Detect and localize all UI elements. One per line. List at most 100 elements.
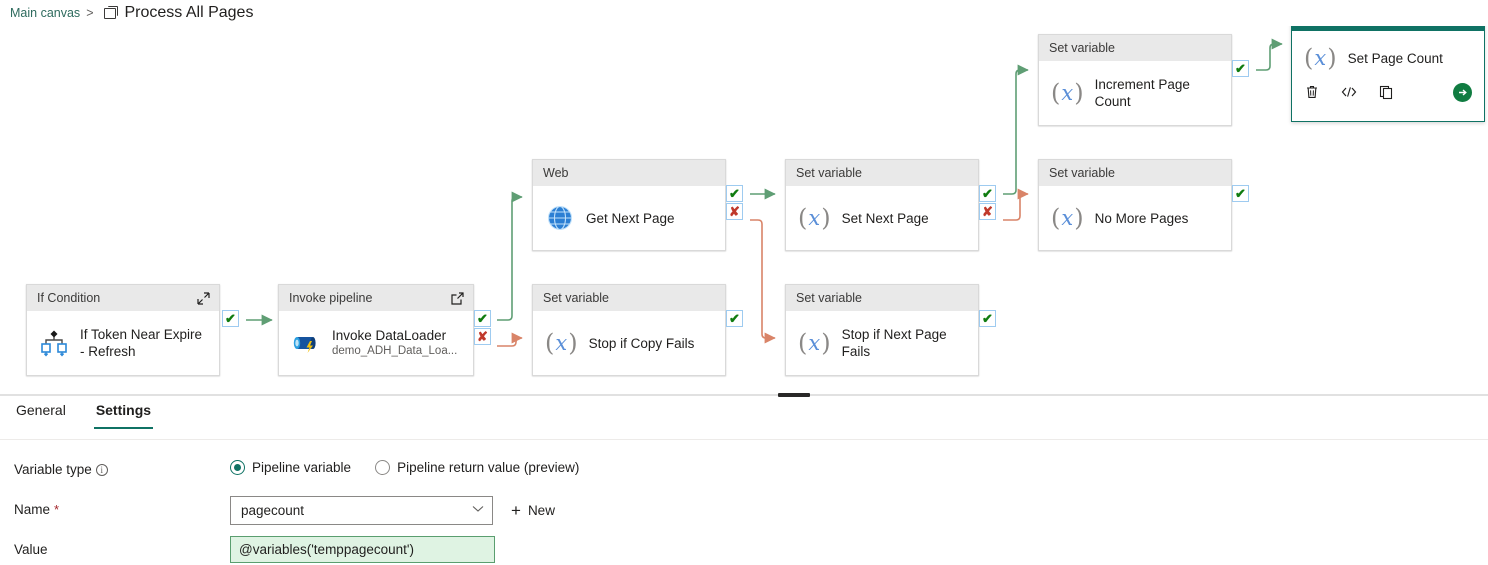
radio-dot: [230, 459, 245, 475]
run-arrow-icon[interactable]: [1453, 82, 1472, 102]
radio-pipeline-return-value[interactable]: Pipeline return value (preview): [375, 459, 580, 475]
panel-tabs: General Settings: [0, 400, 1488, 440]
set-variable-icon: (x): [1304, 44, 1337, 72]
node-header: Invoke pipeline: [279, 285, 473, 311]
output-handle-success[interactable]: ✔: [726, 310, 743, 327]
set-variable-icon: (x): [1051, 79, 1084, 107]
activity-node-stop-if-next-page-fails[interactable]: Set variable (x) Stop if Next Page Fails: [785, 284, 979, 376]
code-icon[interactable]: [1340, 84, 1358, 100]
node-body: (x) Set Next Page: [786, 186, 978, 250]
node-type-label: Web: [543, 166, 569, 180]
breadcrumb: Main canvas > Process All Pages: [10, 2, 253, 24]
node-type-label: Set variable: [1049, 41, 1116, 55]
activity-node-web-get-next-page[interactable]: Web Get Next Page: [532, 159, 726, 251]
node-name-label: Get Next Page: [586, 210, 675, 226]
info-icon[interactable]: i: [95, 463, 108, 476]
node-name-label: Increment Page Count: [1094, 77, 1190, 109]
invoke-pipeline-icon: [291, 328, 321, 358]
set-variable-icon: (x): [1051, 204, 1084, 232]
node-name-label: Set Next Page: [841, 210, 929, 226]
page-title: Process All Pages: [124, 4, 254, 21]
node-header: Set variable: [786, 285, 978, 311]
name-dropdown[interactable]: pagecount: [230, 496, 493, 525]
activity-node-invoke-pipeline[interactable]: Invoke pipeline Invoke DataLoader demo_A…: [278, 284, 474, 376]
node-body: (x) No More Pages: [1039, 186, 1231, 250]
name-label: Name *: [14, 502, 60, 517]
value-label: Value: [14, 542, 48, 557]
tabs-divider: [0, 439, 1488, 440]
variable-type-radio-group: Pipeline variable Pipeline return value …: [230, 456, 579, 478]
activity-node-set-page-count[interactable]: Set variable (x) Set Page Count: [1291, 26, 1485, 122]
node-header: Set variable: [1039, 160, 1231, 186]
node-body: (x) Stop if Next Page Fails: [786, 311, 978, 375]
splitter-grip[interactable]: [778, 393, 810, 397]
breadcrumb-separator: >: [86, 6, 94, 20]
node-name-label: Stop if Next Page Fails: [841, 327, 947, 359]
value-input[interactable]: @variables('temppagecount'): [230, 536, 495, 563]
node-body: If Token Near Expire - Refresh: [27, 311, 219, 375]
output-handle-success[interactable]: ✔: [979, 185, 996, 202]
activity-node-increment-page-count[interactable]: Set variable (x) Increment Page Count: [1038, 34, 1232, 126]
output-handle-success[interactable]: ✔: [474, 310, 491, 327]
output-handle-success[interactable]: ✔: [1232, 60, 1249, 77]
node-body: (x) Increment Page Count: [1039, 61, 1231, 125]
value-control: @variables('temppagecount'): [230, 536, 495, 563]
tab-settings[interactable]: Settings: [93, 400, 154, 429]
delete-icon[interactable]: [1304, 84, 1320, 100]
properties-panel: General Settings Variable type i Pipelin…: [0, 400, 1488, 565]
radio-label: Pipeline return value (preview): [397, 459, 580, 475]
node-body: (x) Set Page Count: [1292, 31, 1484, 77]
node-body: Invoke DataLoader demo_ADH_Data_Loa...: [279, 311, 473, 375]
output-handle-success[interactable]: ✔: [979, 310, 996, 327]
copy-icon[interactable]: [1378, 84, 1394, 100]
settings-form: Variable type i Pipeline variable Pipeli…: [0, 452, 1488, 565]
node-header: Set variable: [533, 285, 725, 311]
required-marker: *: [54, 502, 60, 517]
new-variable-button[interactable]: + New: [511, 502, 555, 519]
output-handle-failure[interactable]: ✘: [726, 203, 743, 220]
expand-icon[interactable]: [196, 291, 211, 306]
pipeline-canvas[interactable]: If Condition If Token Near Expire - Refr…: [0, 26, 1488, 388]
output-handle-success[interactable]: ✔: [726, 185, 743, 202]
set-variable-icon: (x): [798, 329, 831, 357]
field-row-name: Name * pagecount + New: [0, 492, 1488, 532]
node-header: Set variable: [786, 160, 978, 186]
node-name-label: Set Page Count: [1347, 50, 1443, 66]
node-name-label: If Token Near Expire - Refresh: [80, 327, 203, 359]
field-row-value: Value @variables('temppagecount'): [0, 532, 1488, 565]
activity-node-set-next-page[interactable]: Set variable (x) Set Next Page: [785, 159, 979, 251]
node-name-label: Stop if Copy Fails: [588, 335, 695, 351]
activity-node-no-more-pages[interactable]: Set variable (x) No More Pages: [1038, 159, 1232, 251]
output-handle-success[interactable]: ✔: [1232, 185, 1249, 202]
plus-icon: +: [511, 501, 521, 520]
radio-label: Pipeline variable: [252, 459, 352, 475]
variable-type-control: Pipeline variable Pipeline return value …: [230, 456, 579, 478]
node-body: (x) Stop if Copy Fails: [533, 311, 725, 375]
activity-node-stop-if-copy-fails[interactable]: Set variable (x) Stop if Copy Fails: [532, 284, 726, 376]
node-type-label: Set variable: [543, 291, 610, 305]
panel-splitter[interactable]: [0, 392, 1488, 398]
new-variable-label: New: [527, 503, 555, 518]
node-body: Get Next Page: [533, 186, 725, 250]
activity-node-if-condition[interactable]: If Condition If Token Near Expire - Refr…: [26, 284, 220, 376]
open-in-new-icon[interactable]: [450, 291, 465, 306]
output-handle-failure[interactable]: ✘: [474, 328, 491, 345]
node-subtitle: demo_ADH_Data_Loa...: [332, 345, 458, 357]
chevron-down-icon: [472, 505, 484, 516]
variable-type-label: Variable type i: [14, 462, 108, 477]
node-toolbar: [1292, 77, 1484, 107]
node-type-label: Set variable: [796, 166, 863, 180]
field-row-variable-type: Variable type i Pipeline variable Pipeli…: [0, 452, 1488, 492]
node-header: Web: [533, 160, 725, 186]
output-handle-failure[interactable]: ✘: [979, 203, 996, 220]
breadcrumb-root-link[interactable]: Main canvas: [10, 6, 80, 20]
output-handle-success[interactable]: ✔: [222, 310, 239, 327]
node-type-label: Set variable: [1049, 166, 1116, 180]
pipeline-icon: [103, 5, 118, 19]
if-condition-icon: [39, 328, 69, 358]
tab-general[interactable]: General: [14, 400, 68, 429]
node-name-label: Invoke DataLoader: [332, 328, 447, 343]
radio-pipeline-variable[interactable]: Pipeline variable: [230, 459, 352, 475]
splitter-line: [0, 394, 1488, 396]
node-header: Set variable: [1039, 35, 1231, 61]
